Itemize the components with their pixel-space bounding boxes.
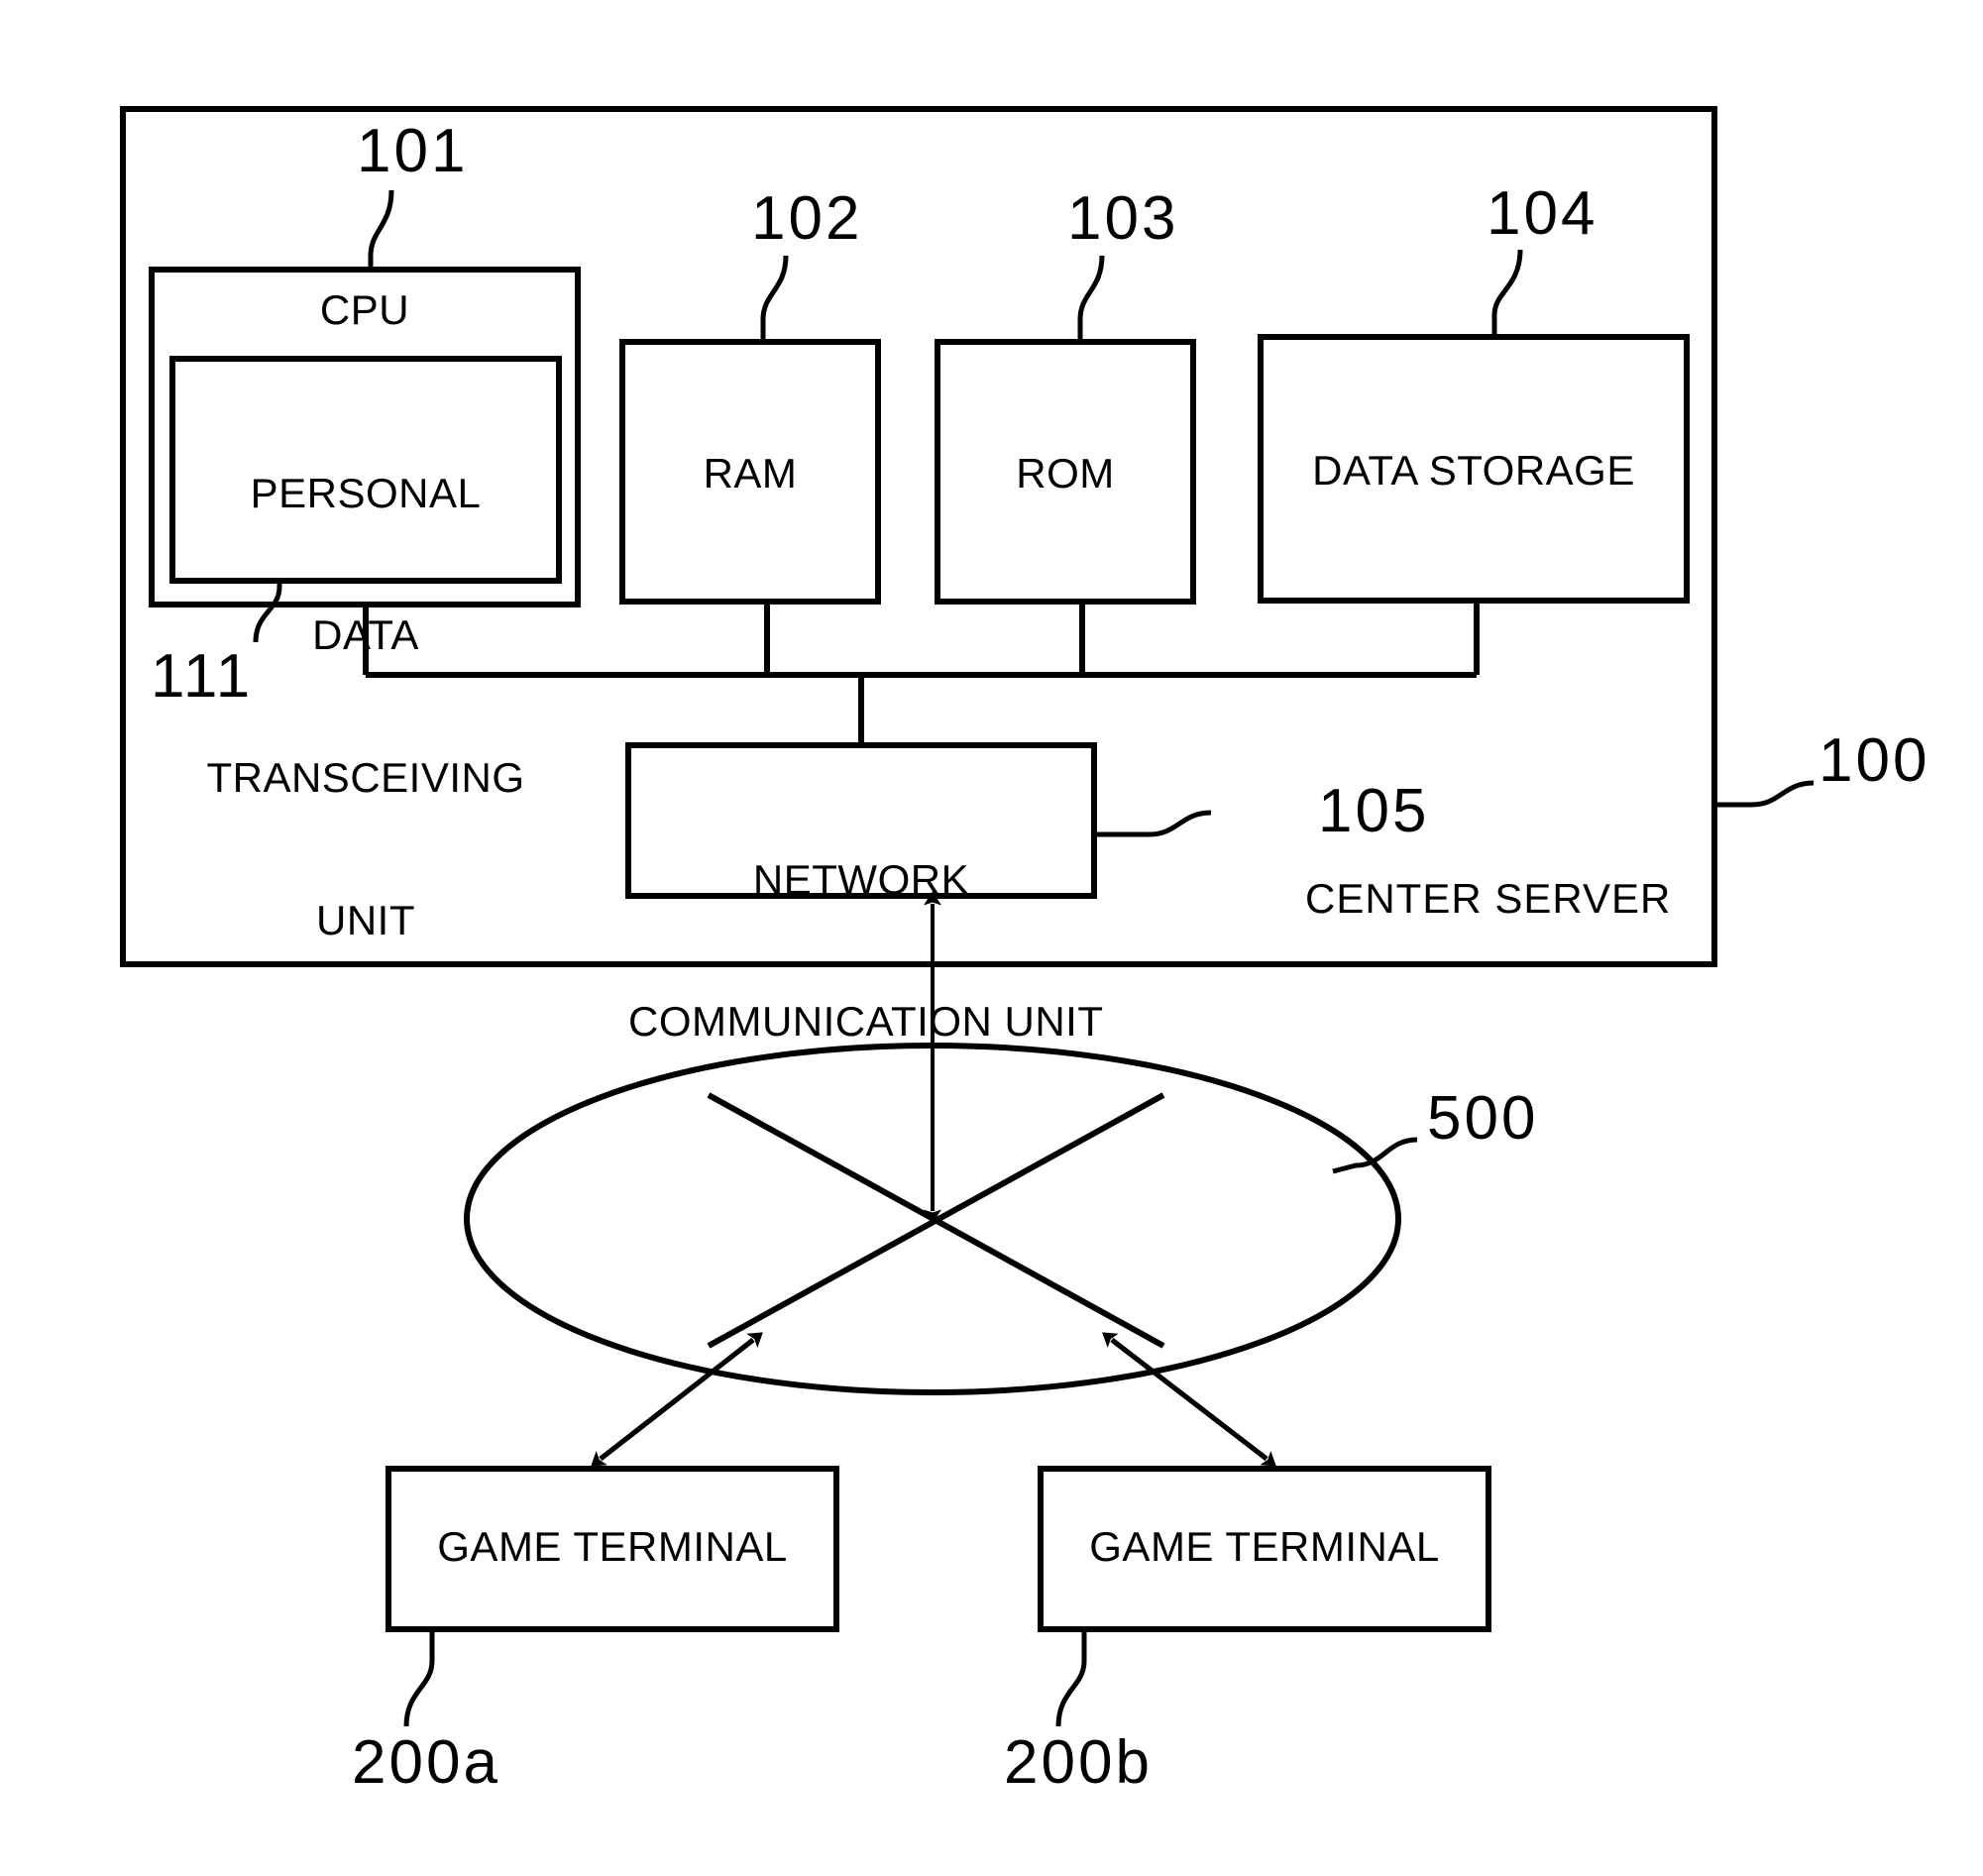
pdtu-line-3: TRANSCEIVING — [206, 754, 525, 801]
patent-figure: 101 102 103 104 111 105 100 500 200a 200… — [0, 0, 1983, 1876]
ref-num-100: 100 — [1818, 726, 1930, 795]
ref-num-200a: 200a — [352, 1728, 500, 1797]
ncu-line-2: COMMUNICATION UNIT — [628, 998, 1104, 1046]
pdtu-line-2: DATA — [312, 611, 419, 659]
rom-label: ROM — [1016, 450, 1115, 497]
ram-label: RAM — [703, 450, 798, 497]
pdtu-line-4: UNIT — [316, 896, 415, 943]
leader-101 — [368, 189, 394, 270]
leader-105 — [1094, 810, 1212, 837]
leader-103 — [1077, 255, 1105, 342]
leader-100 — [1714, 780, 1815, 808]
leader-200b — [1055, 1629, 1087, 1727]
center-server-title: CENTER SERVER — [1305, 875, 1672, 922]
leader-102 — [760, 255, 789, 342]
ref-num-101: 101 — [357, 117, 469, 185]
cpu-label: CPU — [319, 286, 410, 333]
network-terminal-a-link-up — [599, 1332, 763, 1461]
ref-num-104: 104 — [1487, 179, 1598, 248]
ref-num-103: 103 — [1067, 184, 1179, 253]
ref-num-200b: 200b — [1004, 1728, 1153, 1797]
network-terminal-b-link-up — [1102, 1332, 1268, 1461]
data-storage-label: DATA STORAGE — [1312, 447, 1635, 494]
ref-num-105: 105 — [1318, 777, 1430, 845]
ncu-line-1: NETWORK — [752, 855, 970, 903]
leader-104 — [1491, 249, 1523, 337]
ref-num-102: 102 — [751, 184, 863, 253]
leader-200a — [403, 1629, 435, 1727]
game-terminal-b-label: GAME TERMINAL — [1089, 1523, 1440, 1570]
pdtu-line-1: PERSONAL — [250, 469, 482, 516]
personal-data-transceiving-unit-label: PERSONAL DATA TRANSCEIVING UNIT — [172, 375, 559, 1039]
network-communication-unit-label: NETWORK COMMUNICATION UNIT — [628, 761, 1104, 1141]
game-terminal-a-label: GAME TERMINAL — [437, 1523, 788, 1570]
ref-num-500: 500 — [1427, 1084, 1539, 1153]
